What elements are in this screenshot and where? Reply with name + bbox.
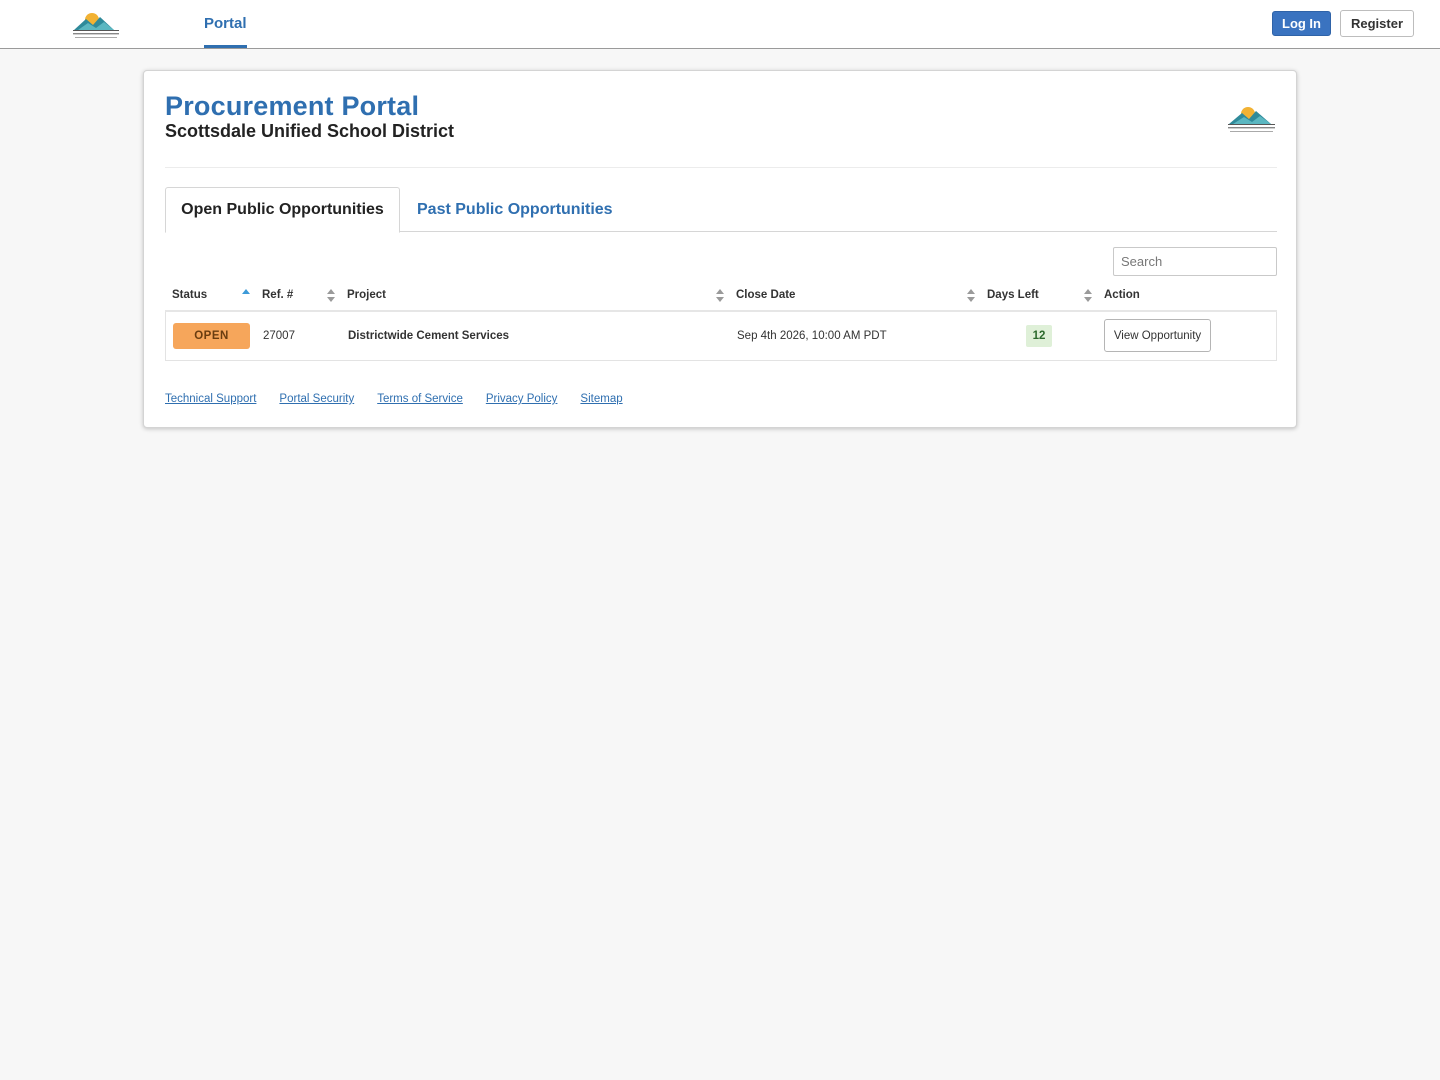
search-input[interactable] — [1113, 247, 1277, 276]
column-header-project[interactable]: Project — [347, 281, 386, 311]
sort-icon[interactable] — [967, 289, 975, 303]
header-divider — [165, 167, 1277, 168]
login-button[interactable]: Log In — [1272, 11, 1331, 36]
procurement-card: Procurement Portal Scottsdale Unified Sc… — [143, 70, 1297, 428]
top-navbar: Portal Log In Register — [0, 0, 1440, 49]
sitemap-link[interactable]: Sitemap — [580, 393, 622, 411]
sort-icon[interactable] — [1084, 289, 1092, 303]
privacy-policy-link[interactable]: Privacy Policy — [486, 393, 558, 411]
district-logo-icon[interactable] — [70, 9, 122, 41]
page-subtitle: Scottsdale Unified School District — [165, 121, 455, 141]
sort-ascending-icon[interactable] — [242, 289, 250, 303]
column-header-action: Action — [1104, 289, 1140, 301]
district-logo-icon — [1225, 103, 1278, 135]
sort-icon[interactable] — [716, 289, 724, 303]
portal-security-link[interactable]: Portal Security — [279, 393, 354, 411]
table-row: OPEN 27007 Districtwide Cement Services … — [165, 312, 1277, 361]
table-header: Status Ref. # Project Close Date Days Le… — [165, 281, 1277, 312]
status-badge: OPEN — [173, 323, 250, 349]
sort-icon[interactable] — [327, 289, 335, 303]
ref-number: 27007 — [263, 330, 295, 342]
footer-links: Technical Support Portal Security Terms … — [165, 393, 623, 411]
view-opportunity-button[interactable]: View Opportunity — [1104, 319, 1211, 352]
days-left-badge: 12 — [1026, 325, 1052, 347]
project-name: Districtwide Cement Services — [348, 330, 510, 342]
column-header-days-left[interactable]: Days Left — [987, 281, 1039, 311]
technical-support-link[interactable]: Technical Support — [165, 393, 256, 411]
terms-of-service-link[interactable]: Terms of Service — [377, 393, 463, 411]
tab-open-opportunities[interactable]: Open Public Opportunities — [165, 187, 400, 233]
portal-nav-link[interactable]: Portal — [204, 0, 247, 48]
column-header-close-date[interactable]: Close Date — [736, 281, 795, 311]
tab-past-opportunities[interactable]: Past Public Opportunities — [402, 187, 628, 233]
column-header-ref[interactable]: Ref. # — [262, 281, 293, 311]
column-header-status[interactable]: Status — [172, 281, 207, 311]
page-title: Procurement Portal — [165, 91, 420, 121]
register-button[interactable]: Register — [1340, 10, 1414, 37]
close-date: Sep 4th 2026, 10:00 AM PDT — [737, 330, 887, 342]
